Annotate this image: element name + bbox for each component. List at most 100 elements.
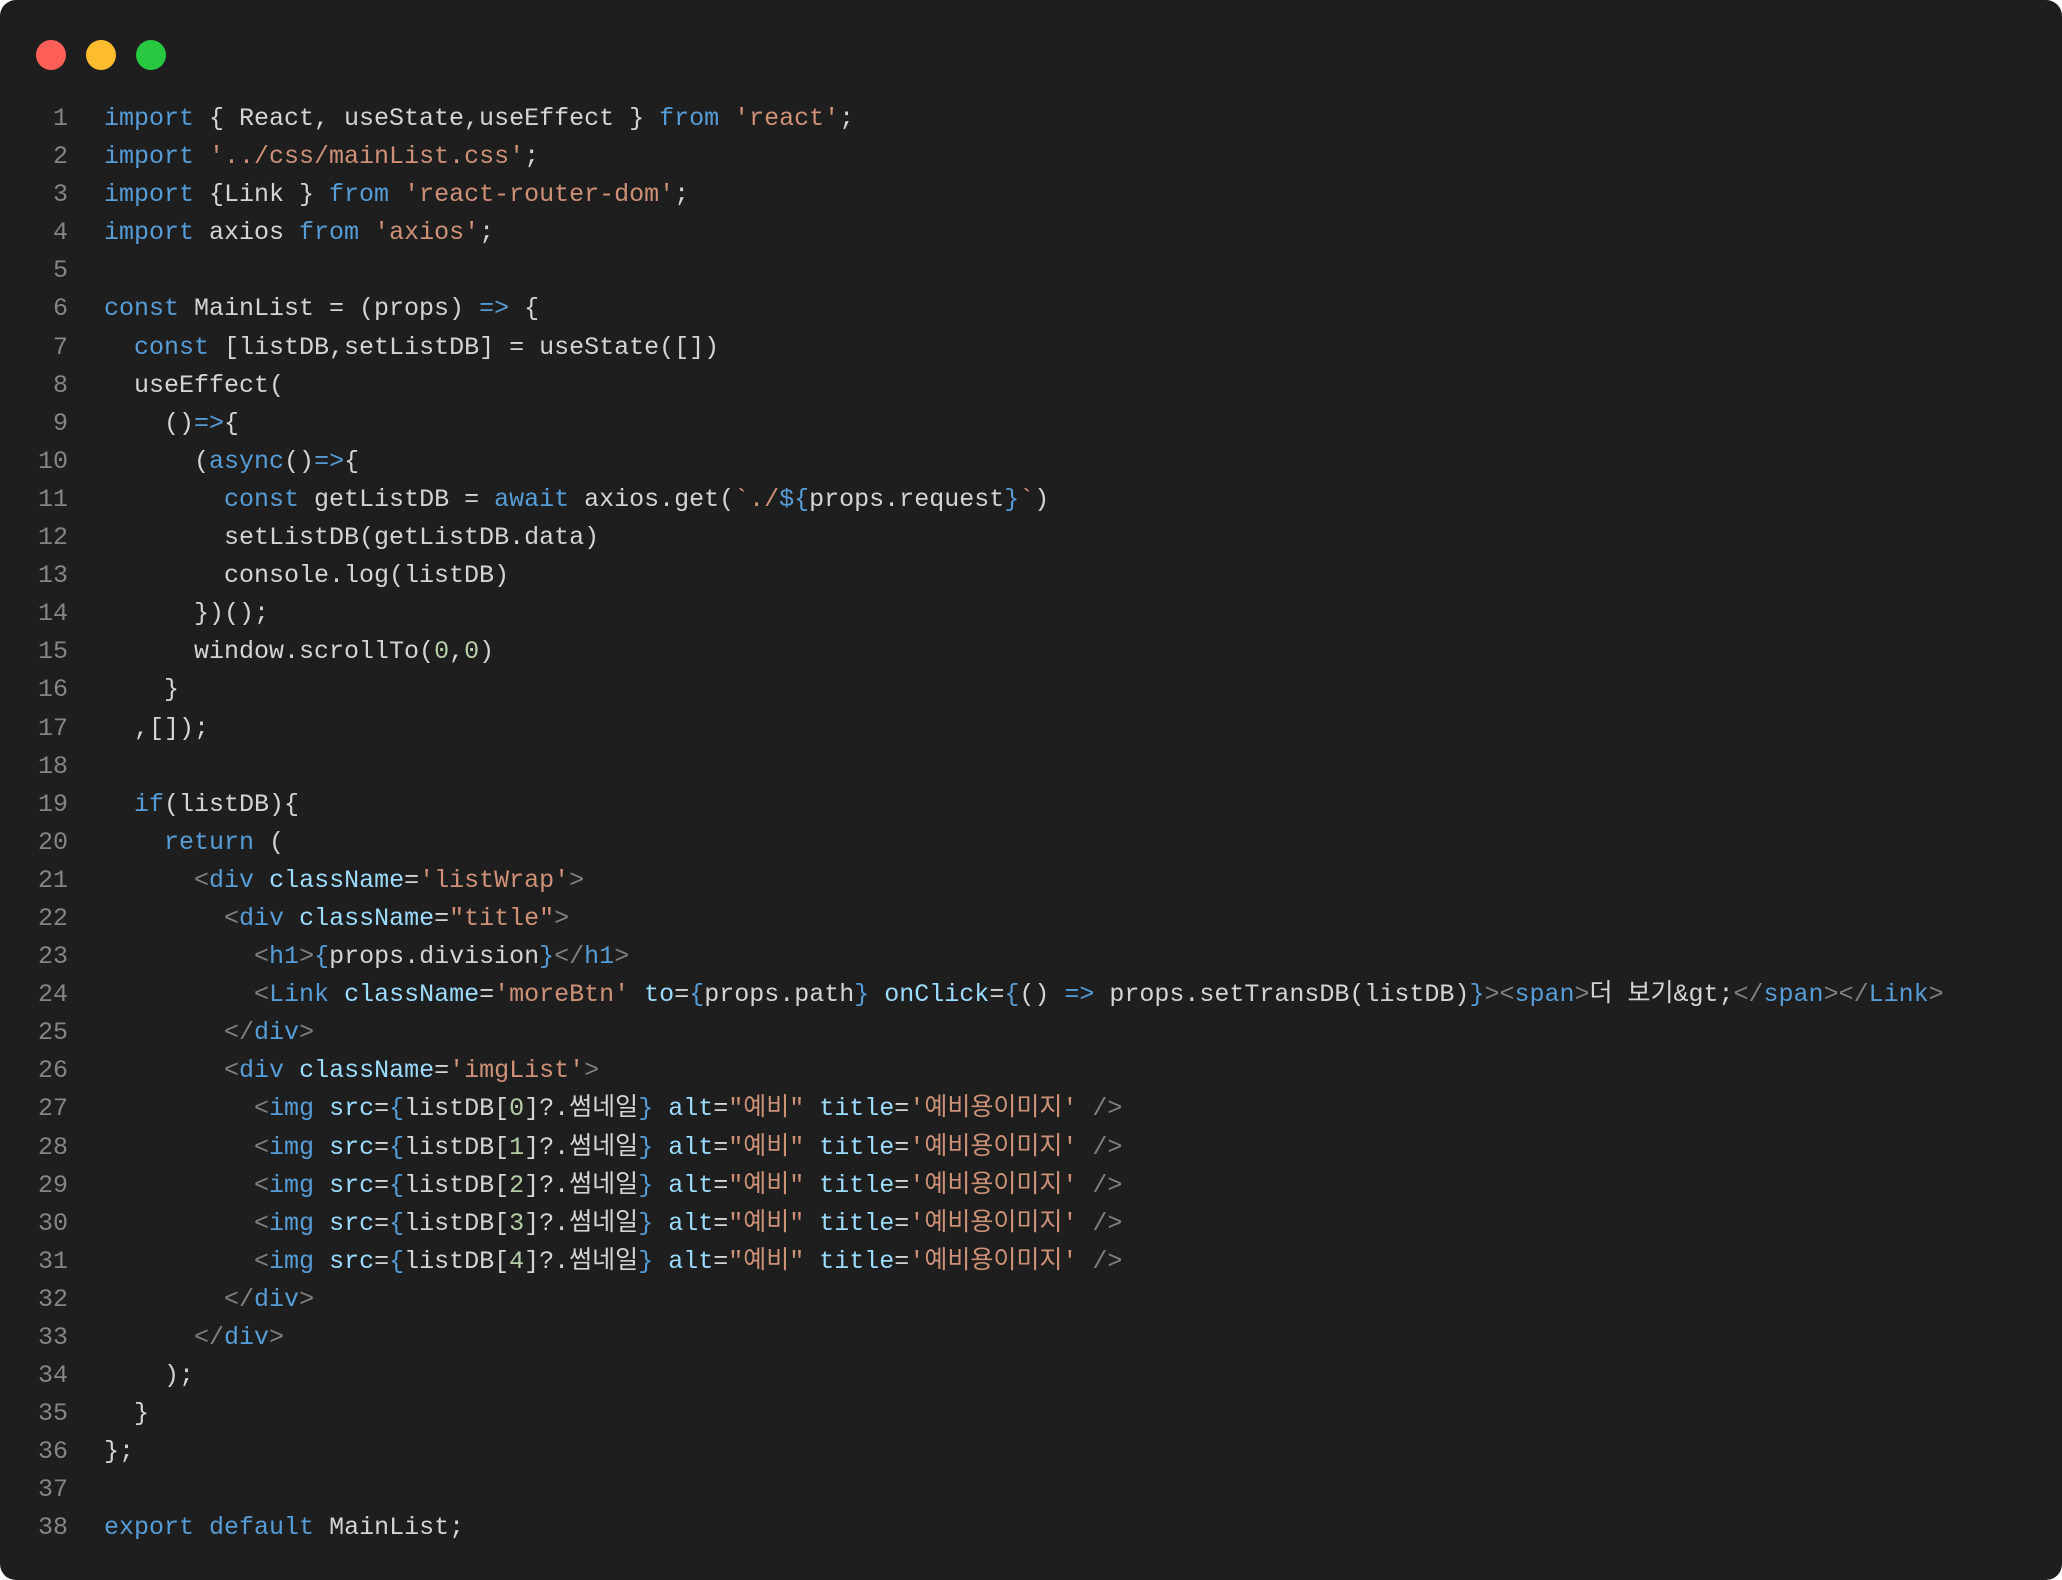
code-token-num: 2 (509, 1170, 525, 1200)
line-source: ); (68, 1357, 194, 1395)
code-line: 7 const [listDB,setListDB] = useState([]… (0, 329, 2062, 367)
code-line: 26 <div className='imgList'> (0, 1052, 2062, 1090)
code-token-txt: = (479, 980, 495, 1010)
code-token-txt: = (674, 980, 690, 1010)
code-token-txt: = (713, 1094, 729, 1124)
code-line: 28 <img src={listDB[1]?.썸네일} alt="예비" ti… (0, 1129, 2062, 1167)
code-token-pun: < (254, 1208, 270, 1238)
code-token-txt: = (404, 865, 420, 895)
code-token-pun: </ (1838, 980, 1869, 1010)
maximize-window-icon[interactable] (136, 40, 166, 70)
code-token-txt: props.division (329, 942, 540, 972)
code-token-str: "예비" (728, 1246, 805, 1276)
code-token-kw: } (854, 980, 870, 1010)
code-token-txt: } (104, 675, 180, 705)
line-number: 5 (52, 256, 68, 286)
line-source: <h1>{props.division}</h1> (68, 938, 629, 976)
code-line: 3 import {Link } from 'react-router-dom'; (0, 176, 2062, 214)
code-token-txt: listDB[ (404, 1170, 510, 1200)
code-token-txt: = (894, 1132, 910, 1162)
code-token-txt: ]?.썸네일 (524, 1208, 639, 1238)
minimize-window-icon[interactable] (86, 40, 116, 70)
code-token-kw: } (638, 1246, 654, 1276)
code-token-txt: = (894, 1170, 910, 1200)
code-token-str: "예비" (728, 1208, 805, 1238)
code-token-txt: listDB[ (404, 1094, 510, 1124)
line-source: console.log(listDB) (68, 557, 509, 595)
code-line: 14 })(); (0, 595, 2062, 633)
code-line: 13 console.log(listDB) (0, 557, 2062, 595)
code-line: 18 (0, 748, 2062, 786)
code-token-kw: { (689, 980, 705, 1010)
line-source: } (68, 1395, 149, 1433)
line-number: 33 (37, 1323, 68, 1352)
code-token-attr: className (269, 865, 405, 895)
close-window-icon[interactable] (36, 40, 66, 70)
code-token-attr: title (819, 1094, 895, 1124)
code-line: 16 } (0, 671, 2062, 709)
code-token-str: '예비용이미지' (909, 1246, 1078, 1276)
code-line: 33 </div> (0, 1319, 2062, 1357)
code-token-kw: const (224, 484, 300, 514)
code-token-kw: Link (269, 980, 330, 1010)
code-token-kw: => (194, 408, 225, 438)
code-token-txt: = (374, 1170, 390, 1200)
code-token-kw: ${ (779, 484, 810, 514)
code-token-num: 0 (434, 637, 450, 667)
code-token-pun: > (299, 1018, 315, 1048)
line-source: <img src={listDB[4]?.썸네일} alt="예비" title… (68, 1243, 1122, 1281)
line-number: 30 (37, 1208, 68, 1238)
code-token-kw: await (494, 484, 570, 514)
code-token-pun: < (254, 1132, 270, 1162)
code-token-txt: ; (479, 218, 495, 248)
code-token-txt: {Link } (194, 180, 330, 210)
code-token-pun: > (1574, 980, 1590, 1010)
line-source: <Link className='moreBtn' to={props.path… (68, 976, 1944, 1014)
code-token-kw: h1 (269, 942, 300, 972)
line-number: 8 (52, 370, 68, 400)
line-number: 19 (37, 789, 68, 819)
code-line: 15 window.scrollTo(0,0) (0, 633, 2062, 671)
code-line: 5 (0, 252, 2062, 290)
code-line: 22 <div className="title"> (0, 900, 2062, 938)
code-token-kw: import (104, 104, 195, 133)
code-token-str: 'imgList' (449, 1056, 585, 1086)
code-token-kw: span (1514, 980, 1575, 1010)
code-token-txt: ) (1034, 484, 1050, 514)
line-number: 31 (37, 1246, 68, 1276)
code-token-kw: { (389, 1170, 405, 1200)
code-token-str: '예비용이미지' (909, 1170, 1078, 1200)
code-token-kw: return (164, 827, 255, 857)
line-number: 4 (52, 218, 68, 248)
code-token-kw: const (104, 294, 180, 324)
line-source: } (68, 671, 179, 709)
code-line: 17 ,[]); (0, 710, 2062, 748)
code-line: 1 import { React, useState,useEffect } fr… (0, 100, 2062, 138)
code-token-attr: src (329, 1246, 375, 1276)
line-number: 13 (37, 561, 68, 591)
line-source: <img src={listDB[3]?.썸네일} alt="예비" title… (68, 1205, 1122, 1243)
code-token-txt: ) (479, 637, 495, 667)
line-number: 2 (52, 142, 68, 172)
code-token-txt: ]?.썸네일 (524, 1170, 639, 1200)
line-number: 22 (37, 903, 68, 933)
code-token-pun: > (1484, 980, 1500, 1010)
code-token-num: 0 (464, 637, 480, 667)
code-token-txt: = (713, 1132, 729, 1162)
code-token-kw: img (269, 1208, 315, 1238)
code-token-kw: { (389, 1132, 405, 1162)
code-token-kw: } (1004, 484, 1020, 514)
code-token-txt: ; (524, 142, 540, 172)
code-line: 38 export default MainList; (0, 1509, 2062, 1547)
code-token-attr: className (344, 980, 480, 1010)
code-token-attr: alt (668, 1094, 714, 1124)
code-token-pun: </ (224, 1018, 255, 1048)
code-token-txt: props.request (809, 484, 1005, 514)
code-token-attr: alt (668, 1246, 714, 1276)
